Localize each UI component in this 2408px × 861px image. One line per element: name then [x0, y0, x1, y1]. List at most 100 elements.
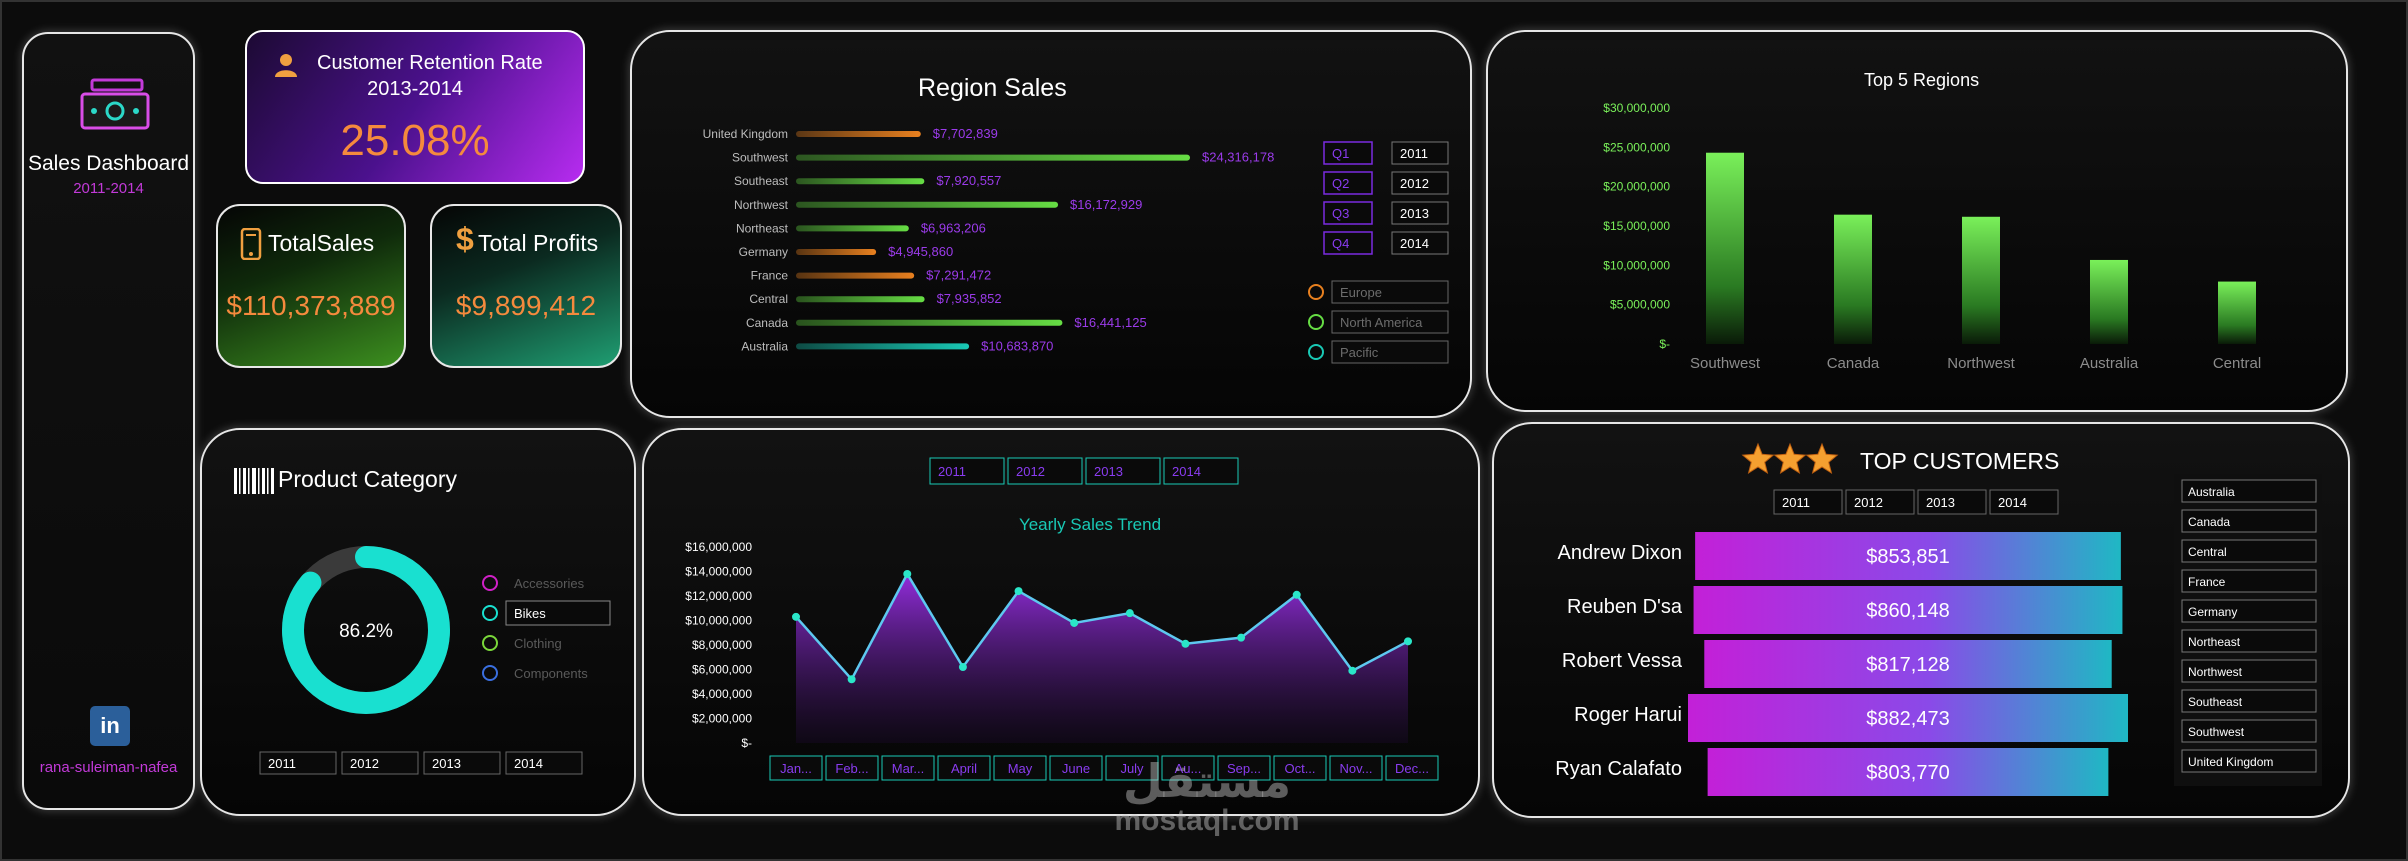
top-customers-panel: TOP CUSTOMERS 2011 2012 2013 2014 Andrew Dixo… — [1492, 422, 2350, 818]
trend-point — [903, 569, 912, 578]
top5-bar — [1706, 152, 1744, 344]
region-slicer-label: Canada — [2188, 515, 2230, 529]
region-slicer-label: France — [2188, 575, 2226, 589]
top5-y-tick: $15,000,000 — [1603, 219, 1670, 233]
region-sales-chart: United Kingdom $7,702,839 Southwest $24,316… — [703, 126, 1449, 364]
top5-y-tick: $10,000,000 — [1603, 258, 1670, 272]
top5-x-label: Canada — [1827, 355, 1880, 372]
trend-title: Yearly Sales Trend — [1019, 515, 1161, 534]
trend-point — [1070, 618, 1079, 627]
kpi-sales-card: TotalSales $110,373,889 — [216, 204, 406, 368]
region-slicer-label: Germany — [2188, 605, 2237, 619]
top5-regions-panel: Top 5 Regions $30,000,000 $25,000,000 $20,… — [1486, 30, 2348, 412]
region-label: France — [751, 269, 789, 283]
region-bar — [796, 296, 925, 303]
dollar-icon: $ — [456, 221, 474, 257]
customer-name: Roger Harui — [1574, 704, 1682, 726]
trend-area — [796, 573, 1408, 743]
trend-point — [792, 612, 800, 621]
customer-value-label: $817,128 — [1866, 654, 1949, 676]
month-slicer-label: Nov... — [1340, 761, 1373, 776]
region-label: Southwest — [732, 151, 789, 165]
category-legend-marker — [482, 635, 498, 651]
category-legend-marker — [482, 605, 498, 621]
year-slicer-label: 2011 — [1400, 146, 1428, 161]
trend-year-label: 2012 — [1016, 464, 1045, 479]
star-icon — [1741, 442, 1775, 474]
person-icon — [275, 54, 297, 77]
sales-title: TotalSales — [268, 230, 375, 256]
trend-point — [1125, 609, 1134, 618]
group-legend-marker — [1308, 284, 1324, 300]
year-slicer-label: 2013 — [1400, 206, 1429, 221]
product-donut-chart: 86.2% Accessories Bikes Clothing Components 2… — [259, 546, 611, 775]
category-slicer-bikes[interactable]: Bikes — [514, 606, 546, 621]
region-value-label: $7,935,852 — [937, 291, 1002, 306]
trend-year-label: 2014 — [1172, 464, 1201, 479]
month-slicer-label: April — [951, 761, 977, 776]
region-label: Central — [749, 292, 788, 306]
top5-x-label: Northwest — [1947, 355, 2015, 372]
trend-point — [1404, 637, 1412, 646]
year-slicer-label: 2014 — [1400, 236, 1429, 251]
customer-year-label: 2014 — [1998, 495, 2027, 510]
region-sales-panel: Region Sales United Kingdom $7,702,839 Sou… — [630, 30, 1472, 418]
quarter-slicer-label: Q1 — [1332, 146, 1349, 161]
quarter-slicer-label: Q2 — [1332, 176, 1349, 191]
customer-value-label: $803,770 — [1866, 762, 1949, 784]
trend-y-tick: $10,000,000 — [685, 614, 752, 628]
region-bar — [796, 343, 970, 350]
category-slicer-clothing[interactable]: Clothing — [514, 636, 562, 651]
region-slicer-label: Central — [2188, 545, 2227, 559]
month-slicer-label: May — [1008, 761, 1033, 776]
star-icon — [1773, 442, 1807, 474]
trend-point — [1237, 633, 1246, 642]
customer-value-label: $853,851 — [1866, 546, 1949, 568]
top5-y-tick: $5,000,000 — [1610, 298, 1670, 312]
quarter-slicer-label: Q3 — [1332, 206, 1349, 221]
dashboard-title: Sales Dashboard — [27, 152, 190, 175]
star-icon — [1805, 442, 1839, 474]
customer-name: Ryan Calafato — [1555, 758, 1682, 780]
product-category-panel: Product Category 86.2% Accessories Bikes Cl… — [200, 428, 636, 816]
trend-point — [1348, 666, 1357, 675]
trend-y-tick: $- — [741, 736, 752, 750]
category-legend-marker — [482, 665, 498, 681]
sidebar: Sales Dashboard 2011-2014 in rana-suleim… — [22, 32, 195, 810]
linkedin-icon[interactable]: in — [90, 706, 130, 746]
top5-bar — [2218, 281, 2256, 344]
group-slicer-label: Europe — [1340, 285, 1382, 300]
customer-value-label: $860,148 — [1866, 600, 1949, 622]
region-slicer-label: United Kingdom — [2188, 755, 2273, 769]
trend-point — [1181, 639, 1190, 648]
top5-x-label: Australia — [2080, 355, 2139, 372]
region-label: Germany — [739, 245, 788, 259]
region-value-label: $16,172,929 — [1070, 197, 1142, 212]
region-slicer-label: Northeast — [2188, 635, 2241, 649]
trend-y-tick: $2,000,000 — [692, 712, 752, 726]
quarter-slicer-label: Q4 — [1332, 236, 1349, 251]
product-year-label: 2011 — [268, 756, 296, 771]
region-bar — [796, 201, 1059, 208]
trend-point — [1292, 590, 1301, 599]
trend-y-tick: $14,000,000 — [685, 565, 752, 579]
category-slicer-accessories[interactable]: Accessories — [514, 576, 585, 591]
donut-center-label: 86.2% — [339, 621, 393, 642]
region-slicer-label: Australia — [2188, 485, 2235, 499]
watermark-latin: mostaql.com — [1114, 804, 1300, 837]
phone-icon — [240, 228, 262, 260]
dashboard-canvas: Sales Dashboard 2011-2014 in rana-suleim… — [0, 0, 2408, 861]
dashboard-years: 2011-2014 — [73, 180, 144, 197]
year-slicer-label: 2012 — [1400, 176, 1429, 191]
retention-period: 2013-2014 — [367, 78, 463, 100]
watermark-arabic: مستقل — [1122, 755, 1292, 807]
retention-value: 25.08% — [340, 116, 490, 165]
author-handle[interactable]: rana-suleiman-nafea — [24, 759, 193, 776]
region-label: Northeast — [736, 221, 789, 235]
customer-name: Andrew Dixon — [1557, 542, 1682, 564]
category-slicer-components[interactable]: Components — [514, 666, 588, 681]
month-slicer-label: Jan... — [780, 761, 812, 776]
trend-point — [1014, 587, 1023, 596]
region-value-label: $7,920,557 — [936, 173, 1001, 188]
region-bar — [796, 319, 1063, 326]
